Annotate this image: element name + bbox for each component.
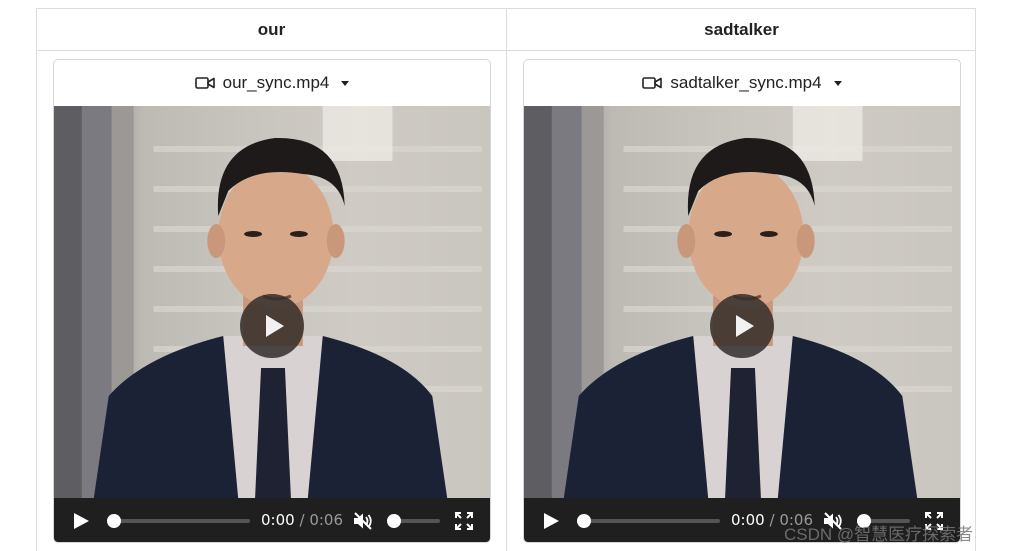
current-time: 0:00 <box>261 511 295 529</box>
seek-handle[interactable] <box>577 514 591 528</box>
file-selector[interactable]: sadtalker_sync.mp4 <box>524 60 960 106</box>
current-time: 0:00 <box>731 511 765 529</box>
video-card-our: our_sync.mp4 0:00 / 0:06 <box>53 59 491 543</box>
caret-down-icon[interactable] <box>341 80 350 86</box>
file-name: sadtalker_sync.mp4 <box>670 73 822 92</box>
video-camera-icon <box>642 77 663 89</box>
play-overlay-button[interactable] <box>710 294 774 358</box>
play-button[interactable] <box>544 513 559 529</box>
duration: 0:06 <box>309 511 343 529</box>
seek-bar[interactable] <box>577 514 720 528</box>
column-divider <box>506 9 507 551</box>
file-name: our_sync.mp4 <box>222 73 330 92</box>
volume-handle[interactable] <box>387 514 401 528</box>
video-frame[interactable] <box>524 106 960 498</box>
file-selector[interactable]: our_sync.mp4 <box>54 60 490 106</box>
time-separator: / <box>769 511 775 529</box>
table-header-row: our sadtalker <box>37 9 975 51</box>
seek-bar[interactable] <box>107 514 250 528</box>
play-overlay-button[interactable] <box>240 294 304 358</box>
comparison-table: our sadtalker our_sync.mp4 0:00 / 0:06 s… <box>36 8 976 551</box>
volume-muted-icon[interactable] <box>352 510 374 532</box>
watermark: CSDN @智慧医疗探索者 <box>784 525 974 544</box>
video-card-sadtalker: sadtalker_sync.mp4 0:00 / 0:06 <box>523 59 961 543</box>
volume-slider[interactable] <box>387 514 440 528</box>
column-header-our: our <box>257 20 286 39</box>
play-button[interactable] <box>74 513 89 529</box>
column-header-sadtalker: sadtalker <box>704 20 779 39</box>
video-controls: 0:00 / 0:06 <box>54 498 490 542</box>
video-frame[interactable] <box>54 106 490 498</box>
play-icon <box>265 315 284 337</box>
video-camera-icon <box>194 77 215 89</box>
fullscreen-icon[interactable] <box>455 512 473 530</box>
time-display: 0:00 / 0:06 <box>261 511 343 529</box>
play-icon <box>735 315 754 337</box>
time-separator: / <box>299 511 305 529</box>
seek-handle[interactable] <box>107 514 121 528</box>
caret-down-icon[interactable] <box>833 80 842 86</box>
